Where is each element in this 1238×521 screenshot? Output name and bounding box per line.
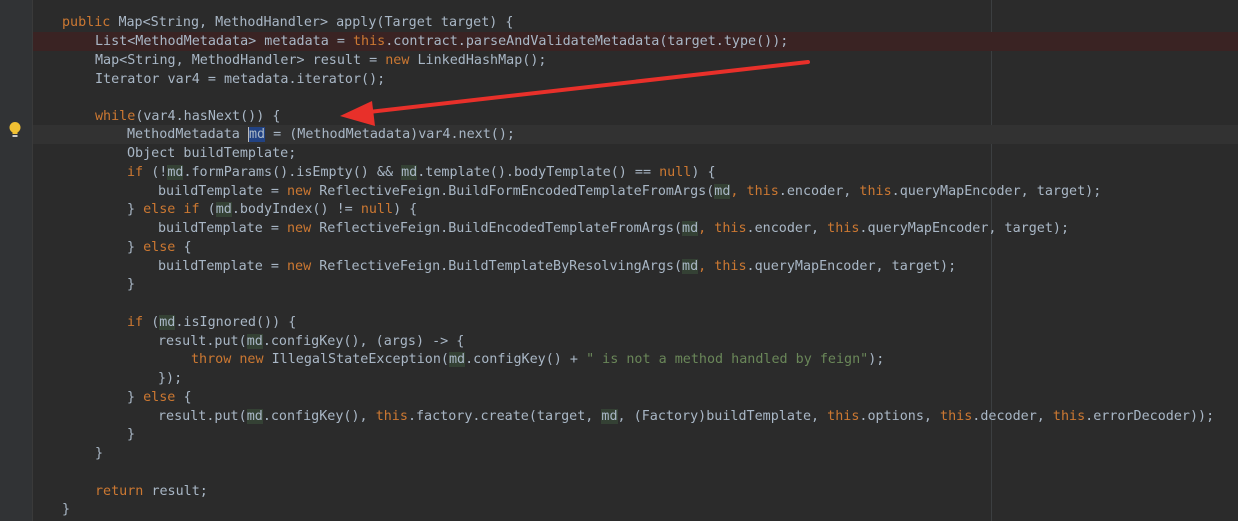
code-line: throw new IllegalStateException(md.confi… (191, 352, 885, 367)
code-line: Map<String, MethodHandler> result = new … (95, 53, 547, 68)
selected-identifier: md (247, 127, 266, 142)
code-line: public Map<String, MethodHandler> apply(… (62, 15, 514, 30)
code-line: } (127, 427, 136, 442)
code-line: result.put(md.configKey(), this.factory.… (158, 409, 1215, 424)
editor-gutter[interactable] (0, 0, 33, 521)
code-line: } else { (127, 240, 192, 255)
code-line-error: List<MethodMetadata> metadata = this.con… (33, 32, 1238, 51)
code-line: if (!md.formParams().isEmpty() && md.tem… (127, 165, 716, 180)
code-line: buildTemplate = new ReflectiveFeign.Buil… (158, 259, 957, 274)
code-line: if (md.isIgnored()) { (127, 315, 297, 330)
code-line: } (62, 502, 71, 517)
lightbulb-icon[interactable] (8, 121, 22, 139)
code-line: while(var4.hasNext()) { (95, 109, 281, 124)
code-line: Object buildTemplate; (127, 146, 297, 161)
code-line: }); (158, 371, 183, 386)
code-line: } (95, 446, 104, 461)
code-line: result.put(md.configKey(), (args) -> { (158, 334, 465, 349)
code-line: buildTemplate = new ReflectiveFeign.Buil… (158, 184, 1102, 199)
code-line: Iterator var4 = metadata.iterator(); (95, 72, 386, 87)
code-line: } else if (md.bodyIndex() != null) { (127, 202, 418, 217)
code-line-current: MethodMetadata md = (MethodMetadata)var4… (33, 125, 1238, 144)
code-line: return result; (95, 484, 208, 499)
code-line: } (127, 277, 136, 292)
code-editor[interactable]: public Map<String, MethodHandler> apply(… (33, 0, 1238, 521)
code-line: } else { (127, 390, 192, 405)
code-line: buildTemplate = new ReflectiveFeign.Buil… (158, 221, 1070, 236)
